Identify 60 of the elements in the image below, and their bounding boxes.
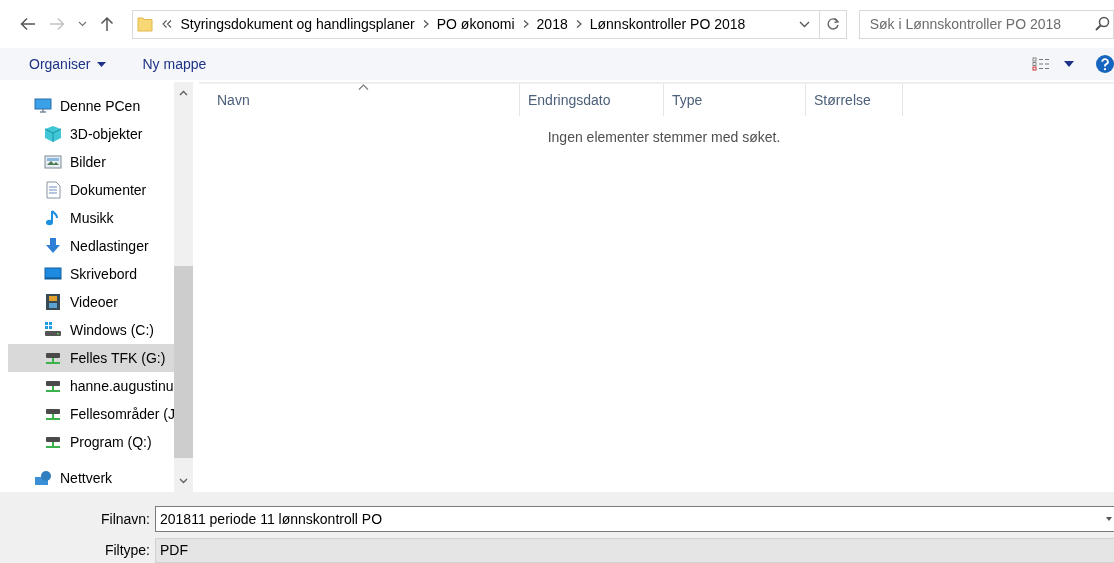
sidebar-item[interactable]: Fellesområder (J	[8, 400, 174, 428]
sidebar-item[interactable]: hanne.augustinu	[8, 372, 174, 400]
sidebar-item[interactable]: Nettverk	[8, 464, 174, 492]
breadcrumb-item[interactable]: 2018	[529, 16, 575, 32]
sidebar-item[interactable]: Nedlastinger	[8, 232, 174, 260]
address-bar[interactable]: Styringsdokument og handlingsplaner PO økonomi 2018 Lønnskontroller PO 2018	[132, 9, 821, 39]
caret-down-icon[interactable]	[1064, 61, 1074, 67]
breadcrumb-item[interactable]: PO økonomi	[429, 16, 522, 32]
sidebar-item[interactable]: Felles TFK (G:)	[8, 344, 174, 372]
cube-icon	[44, 125, 62, 143]
monitor-icon	[34, 97, 52, 115]
scrollbar[interactable]	[174, 82, 193, 492]
view-options-icon[interactable]	[1032, 57, 1050, 71]
scrollbar-thumb[interactable]	[174, 266, 193, 458]
scroll-up-icon[interactable]	[179, 90, 188, 96]
up-arrow-icon[interactable]	[99, 16, 114, 32]
double-chevron-icon[interactable]	[161, 19, 174, 29]
toolbar-button[interactable]: Ny mappe	[135, 54, 214, 74]
breadcrumb-item[interactable]: Lønnskontroller PO 2018	[582, 16, 753, 32]
caret-down-icon[interactable]	[798, 20, 810, 28]
filetype-dropdown[interactable]: PDF	[155, 537, 1114, 563]
picture-icon	[44, 153, 62, 171]
caret-down-icon[interactable]	[77, 21, 87, 27]
filename-field[interactable]: 201811 periode 11 lønnskontroll PO	[155, 506, 1114, 533]
empty-message: Ingen elementer stemmer med søket.	[547, 129, 781, 145]
field-label: Filnavn:	[99, 511, 150, 528]
sidebar-item[interactable]: Windows (C:)	[8, 316, 174, 344]
document-icon	[44, 181, 62, 199]
sort-caret-icon	[358, 84, 369, 90]
field-label: Filtype:	[103, 542, 150, 559]
sidebar-item[interactable]: Bilder	[8, 148, 174, 176]
sidebar-item[interactable]: 3D-objekter	[8, 120, 174, 148]
sidebar-item[interactable]: Musikk	[8, 204, 174, 232]
drive-icon	[44, 321, 62, 339]
menu-button[interactable]: Organiser	[22, 54, 114, 74]
down-arrow-icon	[44, 237, 62, 255]
refresh-icon[interactable]	[825, 17, 840, 31]
sidebar-item[interactable]: Skrivebord	[8, 260, 174, 288]
sidebar-item[interactable]: Videoer	[8, 288, 174, 316]
caret-down-icon	[97, 61, 107, 67]
caret-down-icon[interactable]	[1106, 517, 1112, 523]
chevron-icon	[521, 19, 530, 29]
chevron-icon	[421, 19, 430, 29]
chevron-icon	[574, 19, 583, 29]
column-header[interactable]: Endringsdato	[520, 84, 664, 116]
sidebar-item[interactable]: Program (Q:)	[8, 428, 174, 456]
sidebar-item[interactable]: Dokumenter	[8, 176, 174, 204]
folder-icon	[137, 16, 154, 32]
screen-icon	[44, 265, 62, 283]
sidebar-item[interactable]: Denne PCen	[8, 92, 174, 120]
column-header[interactable]: Type	[664, 84, 806, 116]
scroll-down-icon[interactable]	[179, 478, 188, 484]
film-icon	[44, 293, 62, 311]
column-header[interactable]: Størrelse	[806, 84, 903, 116]
back-arrow-icon[interactable]	[19, 17, 36, 31]
column-header[interactable]: Navn	[199, 84, 520, 116]
search-field[interactable]: Søk i Lønnskontroller PO 2018	[858, 9, 1114, 39]
breadcrumb-item[interactable]: Styringsdokument og handlingsplaner	[173, 16, 422, 32]
search-icon	[1094, 15, 1110, 32]
help-icon[interactable]	[1096, 55, 1114, 73]
